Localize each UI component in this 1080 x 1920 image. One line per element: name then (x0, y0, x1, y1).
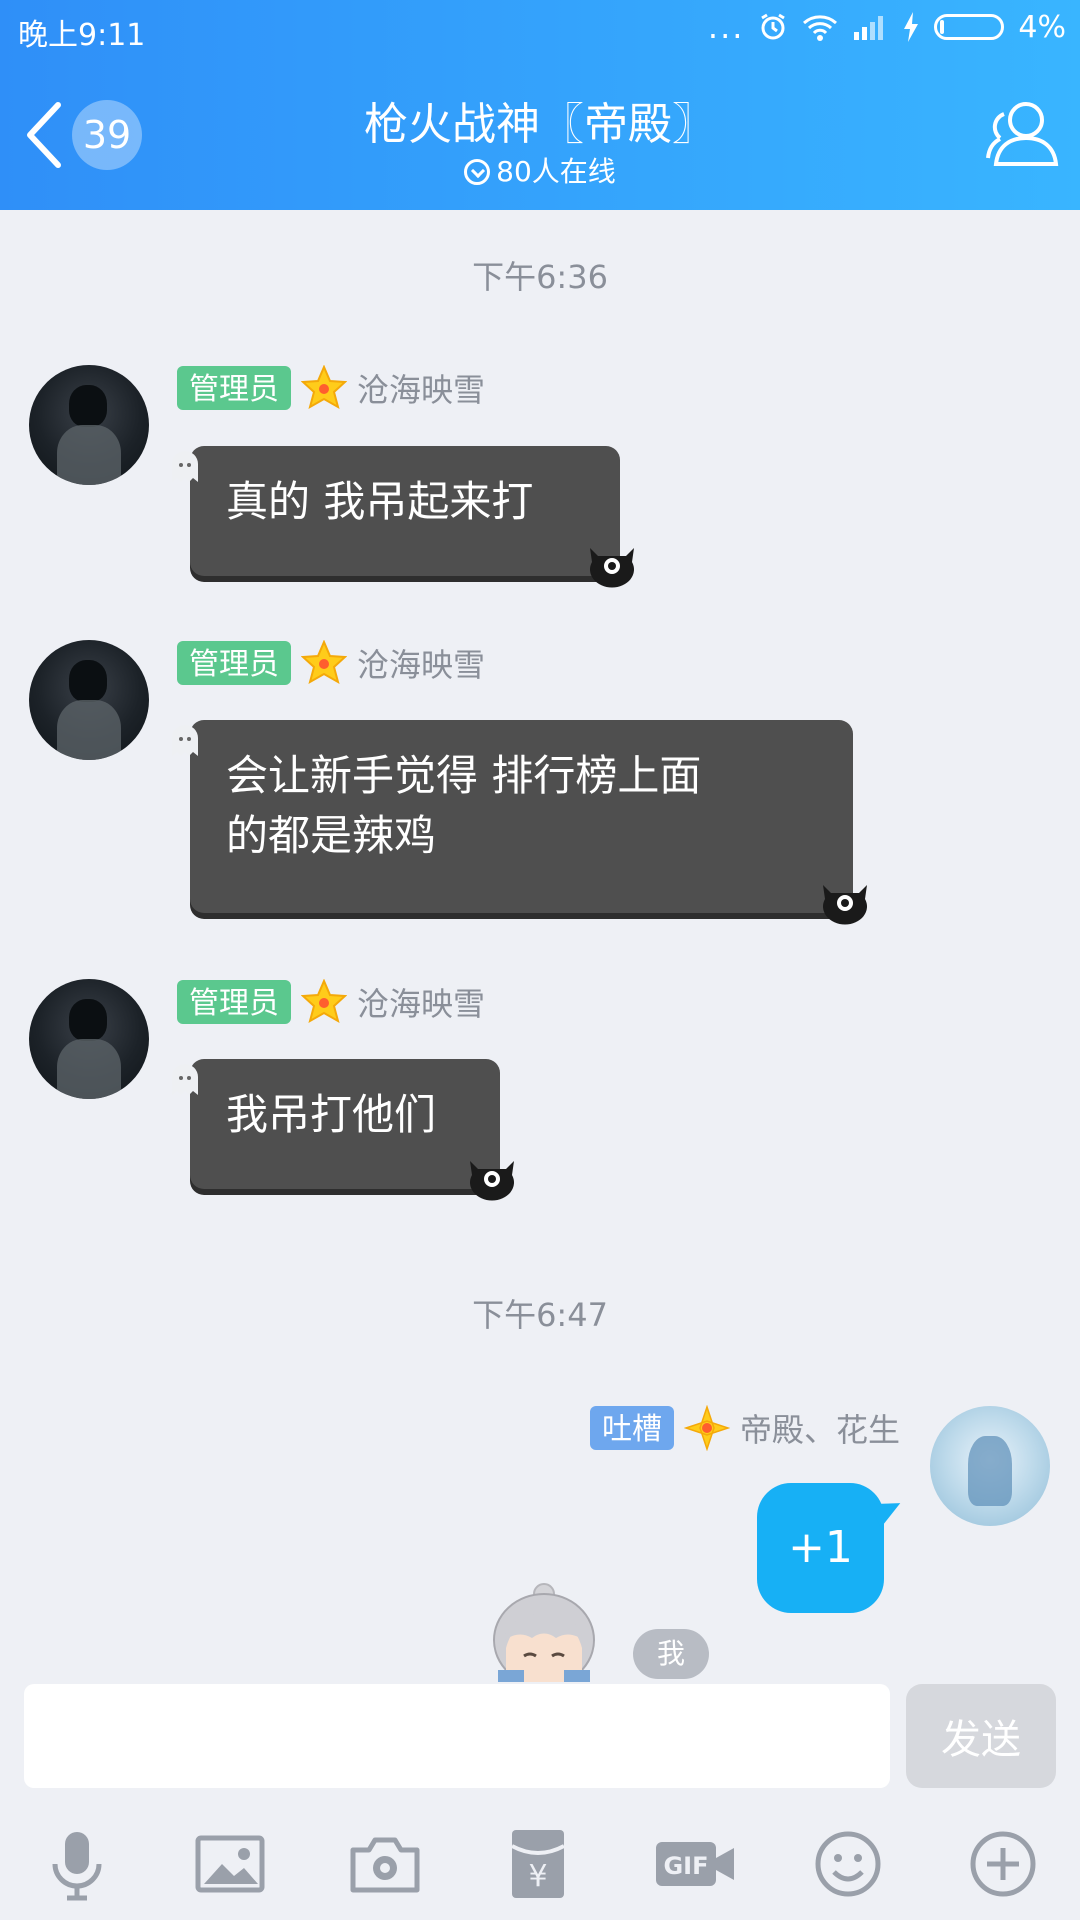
star-icon (301, 640, 347, 685)
sender-name[interactable]: 沧海映雪 (357, 640, 485, 686)
sender-name[interactable]: 帝殿、花生 (740, 1405, 900, 1451)
sticker-tag: 我 (633, 1629, 709, 1679)
plus-icon[interactable] (963, 1824, 1043, 1904)
emoji-icon[interactable] (808, 1824, 888, 1904)
wifi-icon (803, 15, 838, 41)
message-bubble[interactable]: 我吊打他们 (172, 1059, 514, 1201)
message-text-line: 会让新手觉得 排行榜上面 (226, 751, 702, 800)
timestamp: 下午6:47 (472, 1296, 608, 1334)
signal-icon (854, 16, 884, 40)
sticker-character-icon[interactable] (484, 1578, 604, 1682)
sender-row: 管理员 沧海映雪 (177, 978, 485, 1026)
group-members-icon[interactable] (982, 98, 1060, 170)
page-title: 枪火战神〖帝殿〗 (364, 99, 716, 150)
camera-icon[interactable] (345, 1824, 425, 1904)
monster-icon (590, 548, 634, 588)
chevron-down-icon (464, 159, 491, 185)
role-tag: 管理员 (177, 366, 291, 410)
star-icon (683, 1405, 730, 1451)
sender-row: 管理员 沧海映雪 (177, 364, 485, 412)
status-bar: 晚上9:11 ... 4% (0, 0, 1080, 60)
status-icons: ... 4% (708, 8, 1066, 46)
monster-icon (470, 1161, 514, 1201)
star-icon (301, 365, 347, 410)
timestamp: 下午6:36 (472, 258, 608, 296)
role-tag: 吐槽 (589, 1406, 674, 1450)
monster-icon (823, 885, 867, 925)
online-count-label: 80人在线 (496, 155, 616, 188)
svg-text:GIF: GIF (663, 1852, 708, 1880)
microphone-icon[interactable] (37, 1824, 117, 1904)
role-tag: 管理员 (177, 641, 291, 685)
message-bubble[interactable]: 会让新手觉得 排行榜上面 的都是辣鸡 (172, 720, 867, 925)
message-bubble[interactable]: +1 (757, 1483, 884, 1613)
avatar[interactable] (29, 365, 149, 485)
red-packet-icon[interactable]: ¥ (498, 1824, 578, 1904)
sender-name[interactable]: 沧海映雪 (357, 979, 485, 1025)
avatar[interactable] (29, 979, 149, 1099)
send-button[interactable]: 发送 (906, 1684, 1056, 1788)
svg-text:¥: ¥ (528, 1859, 547, 1894)
ghost-icon (172, 725, 198, 756)
message-bubble[interactable]: 真的 我吊起来打 (172, 446, 634, 588)
online-count[interactable]: 80人在线 (0, 150, 1080, 190)
battery-icon (934, 14, 1005, 40)
input-toolbar: ¥ GIF (0, 1824, 1080, 1914)
sender-row: 吐槽 帝殿、花生 (589, 1404, 900, 1452)
message-text: +1 (788, 1522, 853, 1573)
image-icon[interactable] (190, 1824, 270, 1904)
message-input[interactable] (24, 1684, 890, 1788)
ghost-icon (172, 1064, 198, 1095)
avatar[interactable] (930, 1406, 1050, 1526)
alarm-icon (761, 13, 786, 40)
sender-row: 管理员 沧海映雪 (177, 639, 485, 687)
input-bar: 发送 ¥ GIF (0, 1682, 1080, 1920)
message-text: 我吊打他们 (226, 1090, 437, 1139)
charging-icon (904, 12, 919, 42)
gif-icon[interactable]: GIF (652, 1824, 738, 1904)
battery-level: 4% (1018, 9, 1066, 45)
star-icon (301, 979, 347, 1024)
status-time: 晚上9:11 (18, 18, 146, 53)
ghost-icon (172, 451, 198, 482)
avatar[interactable] (29, 640, 149, 760)
chat-header: 晚上9:11 ... 4% 39 枪火战神〖帝殿〗 80人在线 (0, 0, 1080, 210)
message-text: 真的 我吊起来打 (226, 477, 534, 526)
more-dots-icon: ... (707, 8, 745, 46)
role-tag: 管理员 (177, 980, 291, 1024)
sender-name[interactable]: 沧海映雪 (357, 365, 485, 411)
message-text-line: 的都是辣鸡 (226, 811, 437, 860)
